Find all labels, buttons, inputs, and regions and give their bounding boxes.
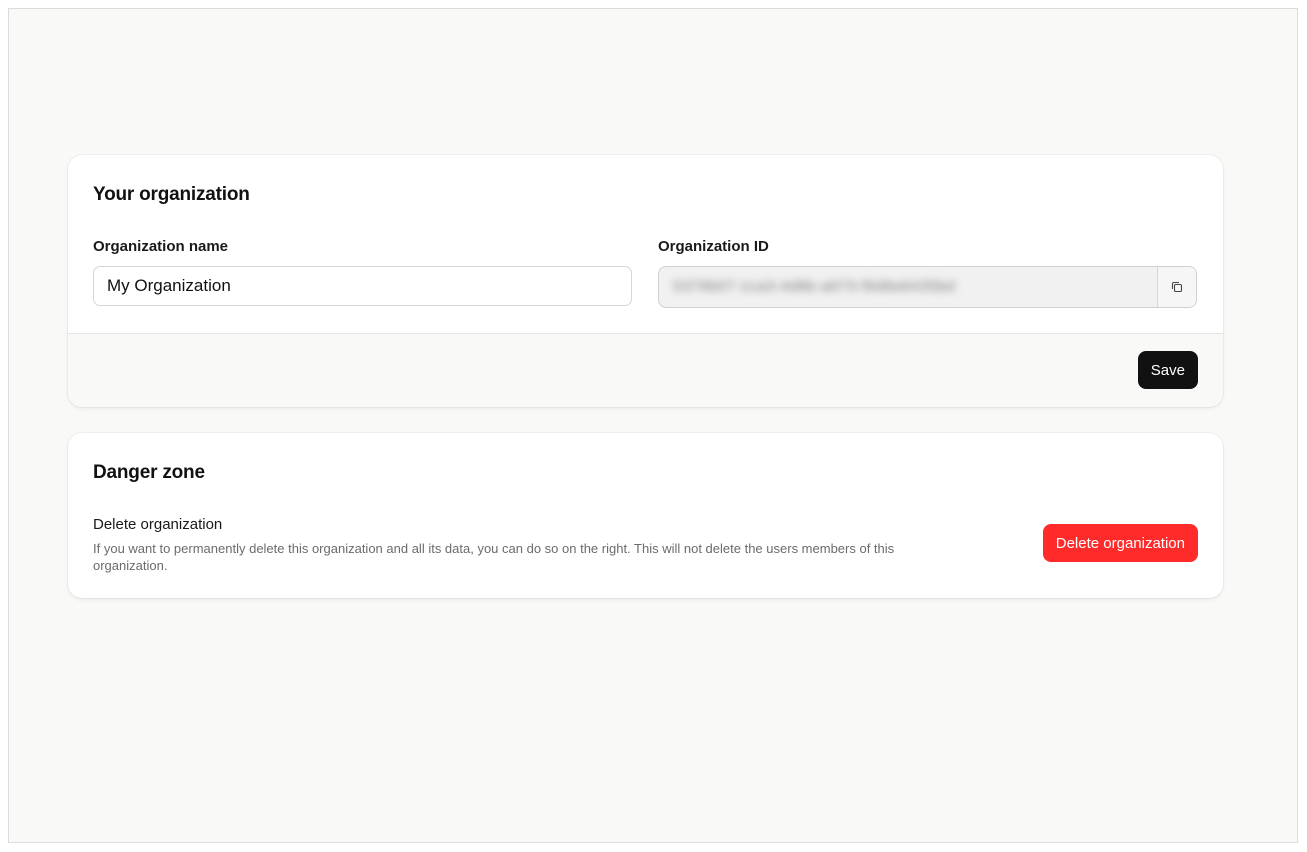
organization-id-value: 5379b07-1ca3-4d8b-a673-f6d6e6435bd bbox=[673, 278, 956, 295]
save-button[interactable]: Save bbox=[1137, 351, 1198, 389]
copy-icon bbox=[1171, 281, 1183, 293]
organization-name-label: Organization name bbox=[93, 238, 229, 255]
delete-organization-description: If you want to permanently delete this o… bbox=[93, 541, 895, 573]
organization-card: Your organization Organization name Orga… bbox=[68, 155, 1223, 407]
organization-name-input[interactable] bbox=[93, 266, 632, 306]
delete-organization-title: Delete organization bbox=[93, 516, 223, 533]
page-frame: Your organization Organization name Orga… bbox=[8, 8, 1298, 843]
danger-zone-title: Danger zone bbox=[93, 462, 205, 483]
copy-id-button[interactable] bbox=[1157, 267, 1196, 307]
delete-organization-button[interactable]: Delete organization bbox=[1042, 524, 1198, 562]
organization-id-label: Organization ID bbox=[658, 238, 769, 255]
organization-id-field: 5379b07-1ca3-4d8b-a673-f6d6e6435bd bbox=[658, 266, 1197, 308]
danger-zone-card: Danger zone Delete organization If you w… bbox=[68, 433, 1223, 598]
organization-card-footer: Save bbox=[68, 333, 1223, 407]
organization-card-title: Your organization bbox=[93, 184, 250, 205]
